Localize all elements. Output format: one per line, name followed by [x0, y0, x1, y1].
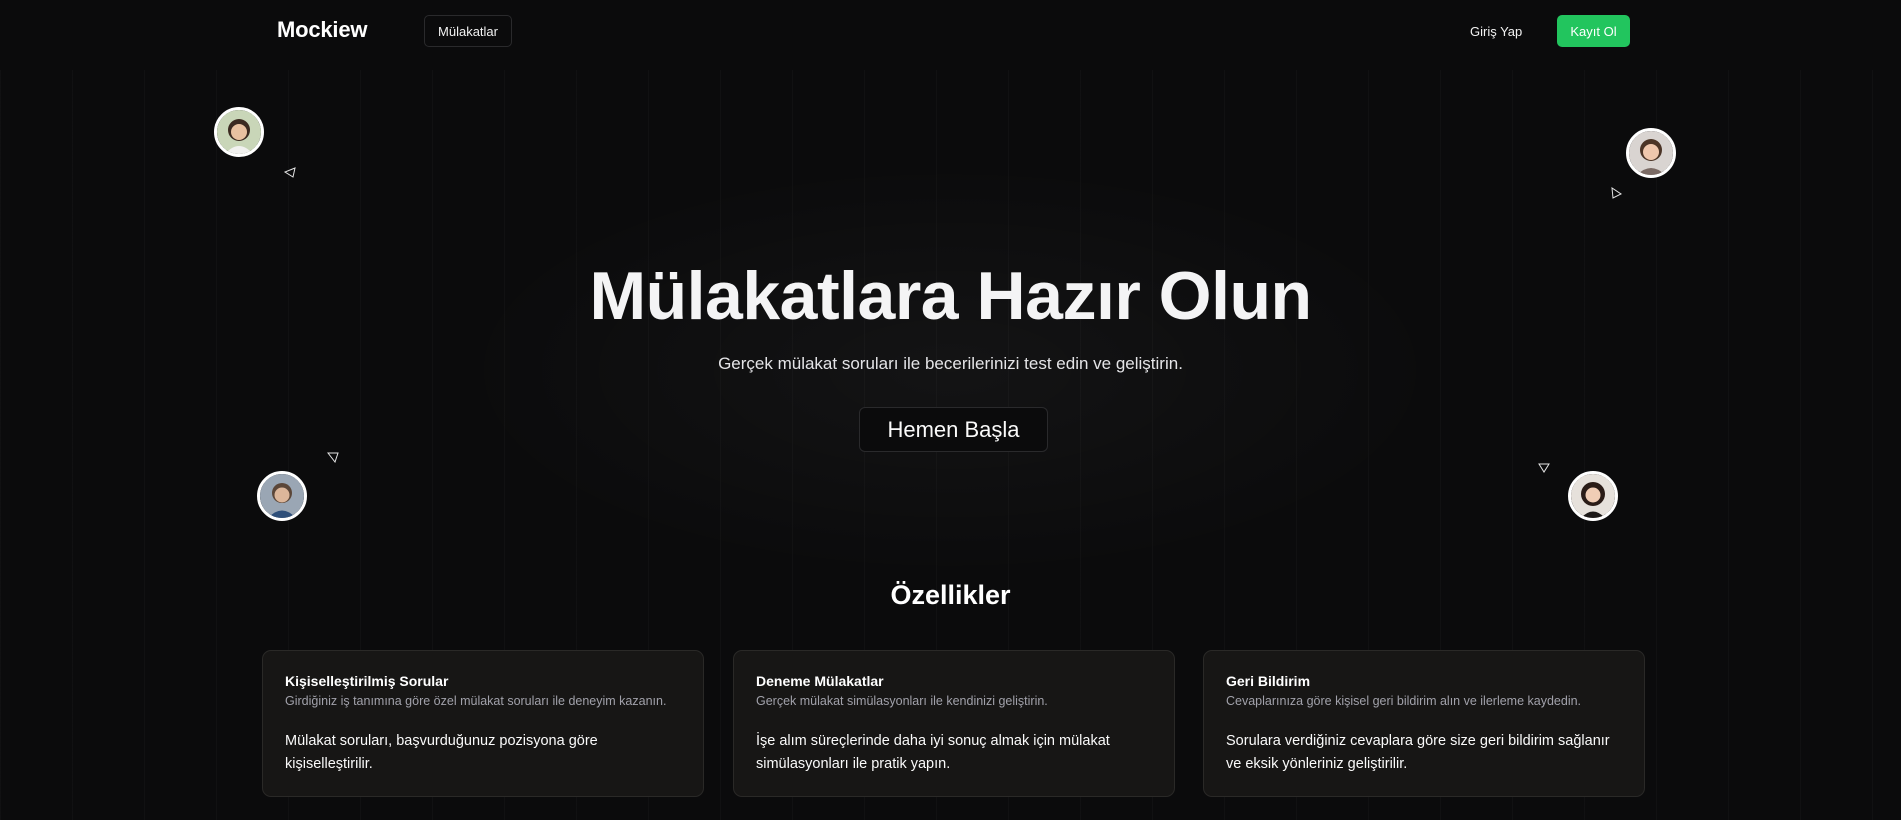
feature-card-body: Sorulara verdiğiniz cevaplara göre size …: [1226, 733, 1610, 772]
feature-card-title: Geri Bildirim: [1226, 673, 1311, 689]
feature-card-description: Cevaplarınıza göre kişisel geri bildirim…: [1226, 694, 1582, 708]
top-navbar: Mockiew Mülakatlar Giriş Yap Kayıt Ol: [0, 0, 1901, 64]
avatar-bottom-left: [257, 471, 307, 521]
feature-card-title: Kişiselleştirilmiş Sorular: [285, 673, 449, 689]
feature-card: Kişiselleştirilmiş Sorular Girdiğiniz iş…: [262, 650, 704, 797]
avatar-top-right: [1626, 128, 1676, 178]
feature-card-title: Deneme Mülakatlar: [756, 673, 884, 689]
cursor-pointer-icon: [1610, 187, 1622, 199]
avatar-photo: [217, 110, 261, 154]
hero-subtitle: Gerçek mülakat soruları ile becerilerini…: [718, 354, 1183, 373]
cursor-pointer-icon: [327, 451, 339, 463]
logo[interactable]: Mockiew: [277, 17, 367, 43]
login-link[interactable]: Giriş Yap: [1470, 15, 1522, 47]
hero-title: Mülakatlara Hazır Olun: [589, 258, 1312, 334]
cursor-pointer-icon: [1538, 462, 1550, 474]
avatar-top-left: [214, 107, 264, 157]
feature-card: Deneme Mülakatlar Gerçek mülakat simülas…: [733, 650, 1175, 797]
feature-card-description: Girdiğiniz iş tanımına göre özel mülakat…: [285, 694, 667, 708]
nav-interviews-button[interactable]: Mülakatlar: [424, 15, 512, 47]
avatar-photo: [1629, 131, 1673, 175]
landing-page: Mockiew Mülakatlar Giriş Yap Kayıt Ol Mü…: [0, 0, 1901, 820]
get-started-button[interactable]: Hemen Başla: [859, 407, 1048, 452]
cursor-pointer-icon: [284, 166, 296, 178]
features-heading: Özellikler: [890, 580, 1011, 610]
feature-card-body: Mülakat soruları, başvurduğunuz pozisyon…: [285, 733, 598, 772]
signup-button[interactable]: Kayıt Ol: [1557, 15, 1630, 47]
avatar-photo: [1571, 474, 1615, 518]
avatar-photo: [260, 474, 304, 518]
feature-card-description: Gerçek mülakat simülasyonları ile kendin…: [756, 694, 1048, 708]
feature-card-body: İşe alım süreçlerinde daha iyi sonuç alm…: [756, 733, 1110, 772]
feature-card: Geri Bildirim Cevaplarınıza göre kişisel…: [1203, 650, 1645, 797]
avatar-bottom-right: [1568, 471, 1618, 521]
